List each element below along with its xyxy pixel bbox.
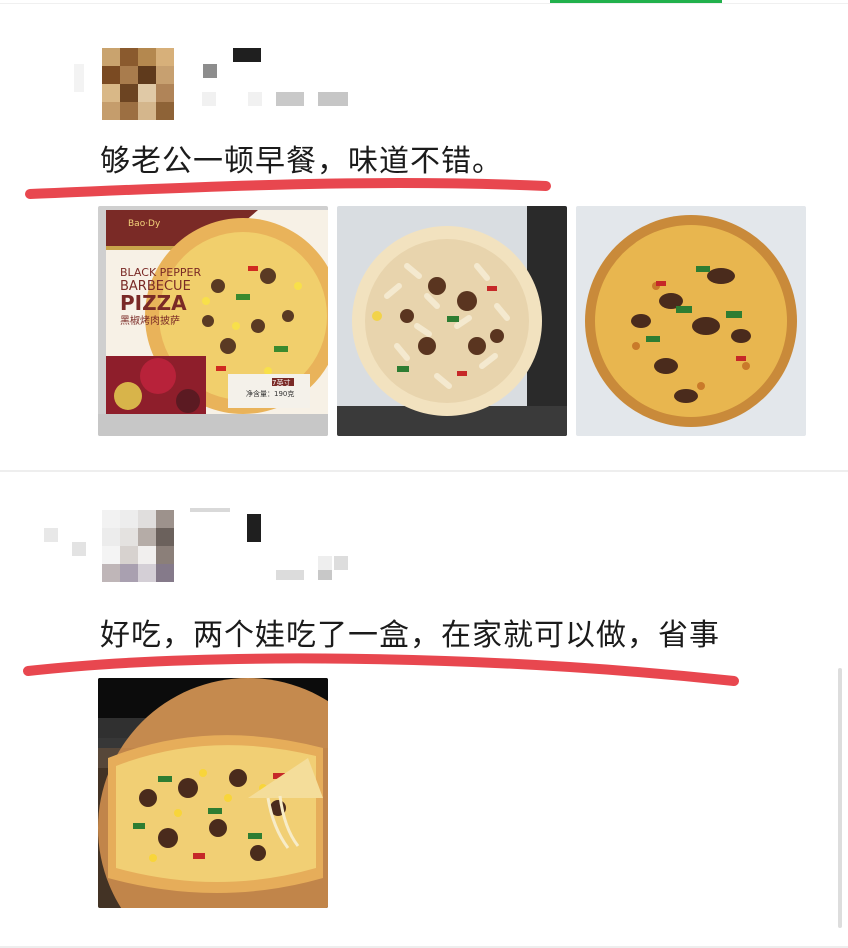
redacted-mark xyxy=(72,542,86,556)
review-photo[interactable] xyxy=(98,678,328,908)
meta-redacted xyxy=(318,92,348,106)
review-item: 够老公一顿早餐，味道不错。 Bao·Dy BLACK PEPPER BARBEC… xyxy=(0,0,848,470)
review-text: 好吃，两个娃吃了一盒，在家就可以做，省事 xyxy=(100,618,720,653)
meta-redacted xyxy=(334,556,348,570)
meta-redacted xyxy=(276,92,304,106)
meta-redacted xyxy=(318,556,332,570)
redacted-mark xyxy=(74,64,84,92)
avatar[interactable] xyxy=(102,510,174,582)
username-redacted xyxy=(190,508,230,512)
review-photo[interactable]: Bao·Dy BLACK PEPPER BARBECUE PIZZA 黑椒烤肉披… xyxy=(98,206,328,436)
redacted-mark xyxy=(44,528,58,542)
scrollbar[interactable] xyxy=(838,668,842,928)
size-label: 7英寸 xyxy=(272,378,290,387)
box-title-3: PIZZA xyxy=(120,291,187,315)
meta-redacted xyxy=(202,92,216,106)
meta-redacted xyxy=(318,570,332,580)
box-logo: Bao·Dy xyxy=(128,219,161,229)
meta-redacted xyxy=(276,570,304,580)
username-redacted xyxy=(203,64,217,78)
username-redacted xyxy=(247,514,261,542)
review-item: 好吃，两个娃吃了一盒，在家就可以做，省事 xyxy=(0,472,848,946)
review-photo[interactable] xyxy=(337,206,567,436)
avatar[interactable] xyxy=(102,48,174,120)
review-text: 够老公一顿早餐，味道不错。 xyxy=(100,144,503,179)
review-photo[interactable] xyxy=(576,206,806,436)
box-subtitle: 黑椒烤肉披萨 xyxy=(120,314,180,327)
box-title-1: BLACK PEPPER xyxy=(120,266,201,279)
meta-redacted xyxy=(248,92,262,106)
net-weight: 净含量：190克 xyxy=(246,389,294,398)
username-redacted xyxy=(233,48,261,62)
